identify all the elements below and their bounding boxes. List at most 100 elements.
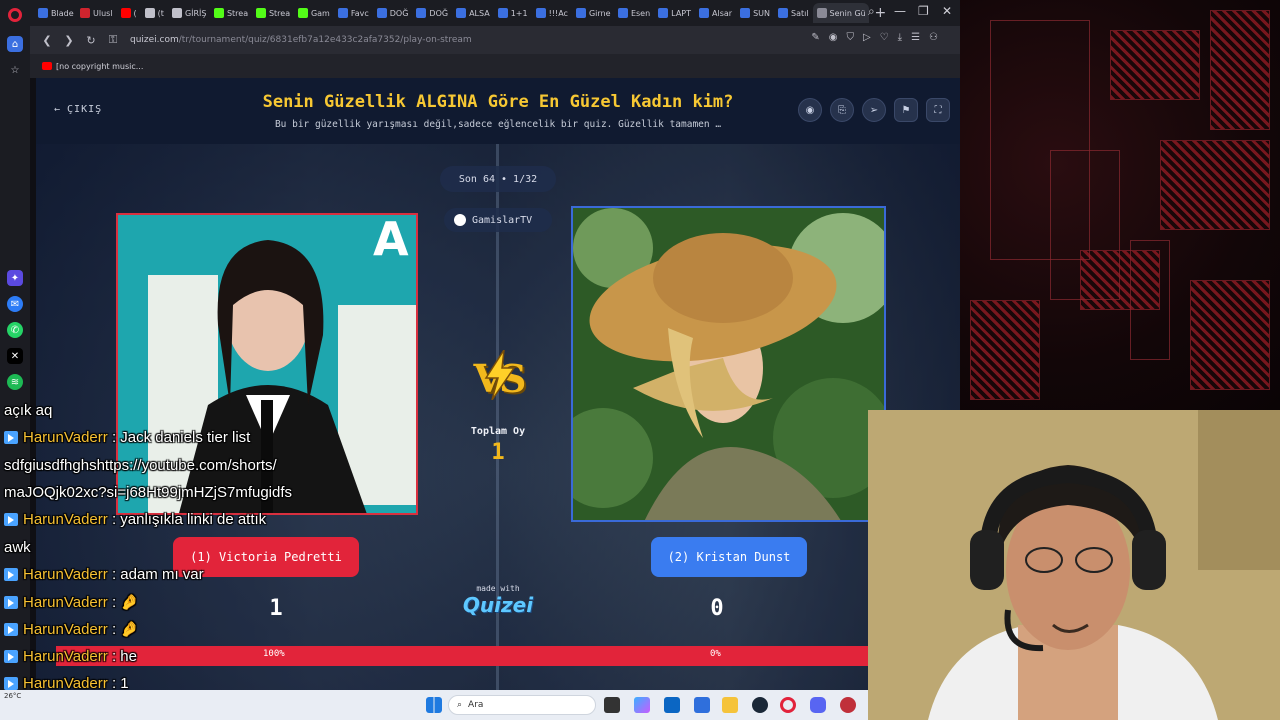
tab-label: !!!Ac	[548, 8, 568, 18]
tab-favicon-icon	[816, 8, 827, 18]
right-percentage-text: 0%	[710, 649, 721, 659]
store-icon[interactable]	[694, 697, 710, 713]
made-with-badge[interactable]: made with Quizei	[456, 584, 540, 617]
task-view-icon[interactable]	[604, 697, 620, 713]
home-icon[interactable]: ⌂	[7, 36, 23, 52]
profile-icon[interactable]: ⚇	[929, 32, 938, 43]
send-icon[interactable]: ➢	[862, 98, 886, 122]
total-votes-value: 1	[491, 440, 505, 465]
browser-tab[interactable]: Ulusl	[76, 3, 117, 23]
chat-username: HarunVaderr	[23, 511, 108, 528]
opera-logo-icon[interactable]	[8, 8, 22, 22]
minimize-icon[interactable]: —	[894, 4, 906, 18]
forward-icon[interactable]: ❯	[58, 34, 80, 47]
whatsapp-icon[interactable]: ✆	[7, 322, 23, 338]
vote-right-button[interactable]: (2) Kristan Dunst	[651, 537, 807, 577]
x-twitter-icon[interactable]: ✕	[7, 348, 23, 364]
tab-label: Gam	[310, 8, 330, 18]
reload-icon[interactable]: ↻	[80, 34, 102, 47]
tab-favicon-icon	[80, 8, 90, 18]
heart-icon[interactable]: ♡	[880, 32, 889, 43]
chat-message: maJOQjk02xc?si=j68Ht99jmHZjS7mfugidfs	[4, 484, 292, 501]
tab-favicon-icon	[416, 8, 427, 18]
chat-message: açık aq	[4, 402, 52, 419]
browser-tab[interactable]: Blade	[34, 3, 76, 23]
browser-tab[interactable]: Strea	[210, 3, 252, 23]
url-field[interactable]: quizei.com/tr/tournament/quiz/6831efb7a1…	[130, 35, 472, 45]
messenger-icon[interactable]: ✉	[7, 296, 23, 312]
browser-tab[interactable]: Favc	[334, 3, 373, 23]
streamer-badge: GamislarTV	[444, 208, 552, 232]
browser-tab[interactable]: 1+1	[494, 3, 532, 23]
fullscreen-icon[interactable]: ⛶	[926, 98, 950, 122]
shield-icon[interactable]: ⛉	[846, 32, 854, 43]
new-tab-icon[interactable]: +	[875, 5, 887, 21]
chat-message: HarunVaderr : 🤌	[4, 620, 139, 638]
chat-badge-icon	[4, 650, 18, 663]
bookmark-item[interactable]: [no copyright music...	[56, 62, 143, 71]
app-tray-icon[interactable]	[840, 697, 856, 713]
browser-tab[interactable]: DOĞ	[373, 3, 413, 23]
browser-tab[interactable]: (	[117, 3, 141, 23]
active-browser-tab[interactable]: Senin Gü	[812, 3, 869, 23]
share-icon[interactable]: ⎘	[830, 98, 854, 122]
bookmark-star-icon[interactable]: ☆	[7, 62, 23, 78]
tab-favicon-icon	[144, 8, 155, 18]
play-icon[interactable]: ▷	[863, 32, 871, 43]
chat-text: maJOQjk02xc?si=j68Ht99jmHZjS7mfugidfs	[4, 484, 293, 501]
chat-text: : yanlışıkla linki de attık	[111, 511, 267, 528]
browser-tab[interactable]: GİRİŞ	[168, 3, 210, 23]
aria-icon[interactable]: ✦	[7, 270, 23, 286]
chat-message: sdfgiusdfhghshttps://youtube.com/shorts/	[4, 457, 277, 474]
camera-icon[interactable]: ◉	[829, 32, 838, 43]
browser-tab[interactable]: Girne	[572, 3, 614, 23]
browser-tab[interactable]: Gam	[294, 3, 334, 23]
tab-favicon-icon	[740, 8, 751, 18]
discord-icon[interactable]	[810, 697, 826, 713]
tab-label: Strea	[268, 8, 291, 18]
browser-tab[interactable]: Strea	[252, 3, 294, 23]
right-vote-count: 0	[710, 596, 724, 621]
tab-search-icon[interactable]: ⌕	[868, 4, 875, 19]
made-with-label: made with	[476, 584, 520, 593]
tab-label: ALSA	[469, 8, 490, 18]
tab-favicon-icon	[535, 8, 546, 18]
eye-icon[interactable]: ◉	[798, 98, 822, 122]
download-icon[interactable]: ⤓	[898, 32, 902, 43]
chat-username: HarunVaderr	[23, 594, 108, 611]
tab-label: Esen	[630, 8, 651, 18]
flag-icon[interactable]: ⚑	[894, 98, 918, 122]
menu-icon[interactable]: ☰	[911, 32, 920, 43]
site-info-icon[interactable]: ⚿	[102, 33, 124, 47]
svg-text:A: A	[373, 215, 409, 266]
steam-icon[interactable]	[752, 697, 768, 713]
right-choice-image[interactable]	[571, 206, 886, 522]
windows-start-icon[interactable]	[426, 697, 442, 713]
background-artwork	[960, 0, 1280, 410]
browser-tab[interactable]: ALSA	[452, 3, 494, 23]
close-window-icon[interactable]: ✕	[942, 4, 952, 18]
browser-tab[interactable]: SUN	[736, 3, 774, 23]
outlook-icon[interactable]	[664, 697, 680, 713]
file-explorer-icon[interactable]	[722, 697, 738, 713]
tab-label: Ulusl	[93, 8, 113, 18]
back-icon[interactable]: ❮	[36, 34, 58, 47]
browser-tab[interactable]: LAPT	[654, 3, 695, 23]
weather-widget[interactable]: 26°C	[4, 692, 21, 700]
browser-tab[interactable]: Alsar	[695, 3, 736, 23]
chat-text: : adam mı var	[111, 566, 204, 583]
chat-message: HarunVaderr : 🤌	[4, 593, 139, 611]
opera-taskbar-icon[interactable]	[780, 697, 796, 713]
browser-tab[interactable]: Esen	[614, 3, 654, 23]
browser-tab[interactable]: DOĞ	[412, 3, 452, 23]
edit-icon[interactable]: ✎	[811, 32, 819, 43]
tab-label: Blade	[51, 8, 74, 18]
maximize-icon[interactable]: ❐	[918, 4, 929, 18]
spotify-icon[interactable]: ≋	[7, 374, 23, 390]
browser-tab[interactable]: Satıl	[774, 3, 813, 23]
copilot-icon[interactable]	[634, 697, 650, 713]
youtube-icon	[42, 62, 52, 70]
browser-tab[interactable]: (t	[141, 3, 168, 23]
taskbar-search[interactable]: ⌕ Ara	[448, 695, 596, 715]
browser-tab[interactable]: !!!Ac	[532, 3, 572, 23]
